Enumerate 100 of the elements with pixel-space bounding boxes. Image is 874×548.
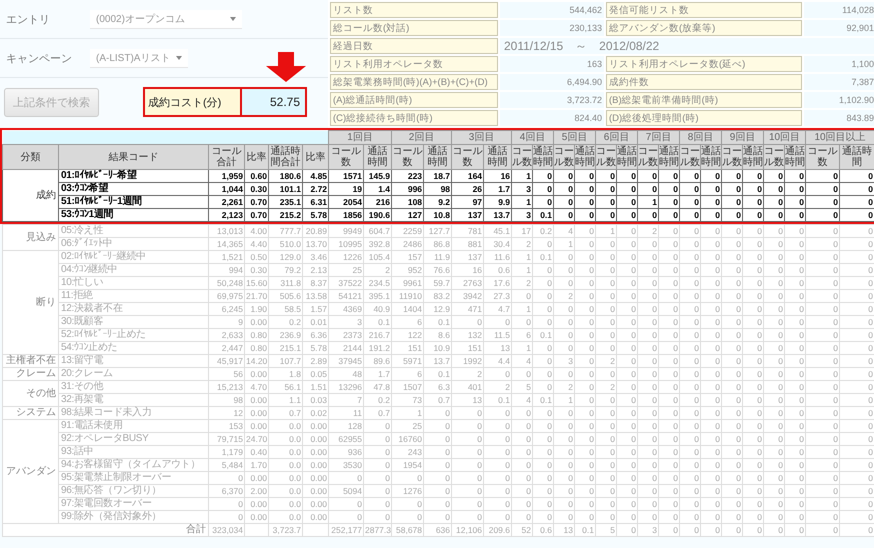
column-header: コール数: [554, 144, 575, 170]
table-cell: 9949: [328, 224, 364, 238]
table-cell: 0: [840, 510, 874, 524]
column-header: 結果コード: [58, 144, 208, 170]
column-header: 2回目: [392, 130, 452, 144]
table-cell: 0: [806, 446, 840, 458]
table-cell: 0: [840, 328, 874, 342]
table-cell: 12:決裁者不在: [58, 302, 208, 316]
table-cell: 32:再架電: [58, 394, 208, 406]
table-cell: 2144: [328, 342, 364, 354]
stat-label: 成約件数: [606, 74, 802, 90]
table-cell: 3530: [328, 458, 364, 472]
table-cell: 0: [840, 276, 874, 290]
stat-value: 7,387: [804, 74, 874, 90]
table-cell: 0: [806, 264, 840, 276]
total-label: 合計: [2, 524, 208, 536]
table-cell: 936: [328, 446, 364, 458]
table-cell: 19: [328, 182, 364, 196]
table-cell: 2373: [328, 328, 364, 342]
table-cell: 79.2: [268, 264, 302, 276]
table-cell: 0: [840, 316, 874, 328]
table-cell: 0: [840, 264, 874, 276]
category-cell: その他: [2, 380, 58, 406]
table-cell: 0: [806, 394, 840, 406]
table-cell: 5094: [328, 484, 364, 498]
table-cell: 0: [840, 458, 874, 472]
stat-label: (D)総後処理時間(時): [606, 110, 802, 126]
date-range: 2011/12/15 ～ 2012/08/22: [500, 38, 874, 54]
table-cell: 1,521: [208, 250, 244, 264]
table-cell: 06:ﾀﾞｲｴｯﾄ中: [58, 238, 208, 250]
table-cell: 14,365: [208, 238, 244, 250]
table-cell: 0.2: [532, 224, 554, 238]
table-cell: 3: [328, 316, 364, 328]
caret-icon: [230, 16, 236, 20]
cost-label: 成約コスト(分): [145, 89, 242, 115]
table-cell: 10995: [328, 238, 364, 250]
stat-label: 総アバンダン数(放棄等): [606, 20, 802, 36]
table-cell: 13296: [328, 380, 364, 394]
cost-value: 52.75: [242, 89, 305, 115]
table-cell: 0: [840, 446, 874, 458]
table-cell: 129.0: [268, 250, 302, 264]
column-header: 8回目: [680, 130, 722, 144]
table-cell: 0: [806, 458, 840, 472]
column-header: コール数: [596, 144, 617, 170]
column-header: コール合計: [208, 144, 244, 170]
table-cell: 0: [806, 406, 840, 420]
stat-value: 163: [500, 56, 604, 72]
table-cell: 180.6: [268, 170, 302, 182]
table-cell: 0: [806, 420, 840, 432]
column-header: 通話時間: [784, 144, 806, 170]
stat-value: 1,100: [804, 56, 874, 72]
table-cell: 0: [616, 224, 638, 238]
column-header: コール数: [764, 144, 785, 170]
category-cell: クレーム: [2, 368, 58, 380]
table-cell: 0: [742, 224, 764, 238]
category-cell: 成約: [2, 170, 58, 222]
table-cell: 0.0: [268, 420, 302, 432]
table-cell: 0: [840, 182, 874, 196]
column-header: 10回目以上: [806, 130, 874, 144]
table-cell: 0: [840, 290, 874, 302]
table-cell: 236.9: [268, 328, 302, 342]
column-header: 分類: [2, 144, 58, 170]
table-cell: 99:除外（発信対象外）: [58, 510, 208, 524]
table-cell: 0: [806, 484, 840, 498]
table-cell: 58.5: [268, 302, 302, 316]
stat-value: 544,462: [500, 2, 604, 18]
column-header: 通話時間: [484, 144, 512, 170]
table-cell: 0.7: [268, 406, 302, 420]
column-header: コール数: [392, 144, 424, 170]
table-cell: 777.7: [268, 224, 302, 238]
column-header: コール数: [806, 144, 840, 170]
table-cell: 0: [806, 368, 840, 380]
caret-icon: [176, 56, 182, 60]
dropdown[interactable]: (0002)オープンコム: [90, 10, 242, 28]
column-header: 5回目: [554, 130, 596, 144]
stat-value: 1,102.90: [804, 92, 874, 108]
dropdown[interactable]: (A-LIST)Aリスト: [90, 48, 188, 68]
table-cell: 03:ｳｺﾝ希望: [58, 182, 208, 196]
table-cell: 0: [840, 394, 874, 406]
table-cell: 0: [840, 432, 874, 446]
column-header: 通話時間: [574, 144, 596, 170]
table-cell: 1,179: [208, 446, 244, 458]
table-cell: 0: [840, 238, 874, 250]
table-cell: 96:無応答（ワン切り）: [58, 484, 208, 498]
column-header: 通話時間: [700, 144, 722, 170]
table-cell: 0: [840, 302, 874, 316]
table-cell: 0: [840, 484, 874, 498]
stat-label: 発信可能リスト数: [606, 2, 802, 18]
table-cell: 31:その他: [58, 380, 208, 394]
table-cell: 2,123: [208, 208, 244, 222]
table-cell: 95:架電禁止制限オーバー: [58, 472, 208, 484]
stat-label: リスト数: [330, 2, 498, 18]
table-cell: 98: [208, 394, 244, 406]
table-cell: 1,044: [208, 182, 244, 196]
table-cell: 0: [840, 420, 874, 432]
category-cell: システム: [2, 406, 58, 420]
table-cell: 02:ﾛｲﾔﾙﾋﾞｰﾘｰ継続中: [58, 250, 208, 264]
table-cell: 92:オペレータBUSY: [58, 432, 208, 446]
field-label: キャンペーン: [6, 52, 73, 66]
column-header: 1回目: [328, 130, 392, 144]
